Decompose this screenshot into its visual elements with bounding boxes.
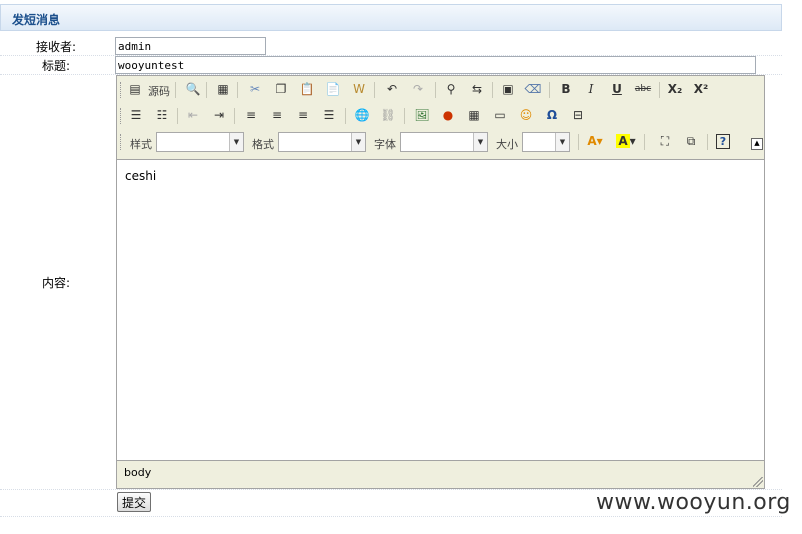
align-right-icon[interactable]: ≡ (293, 105, 313, 125)
source-icon[interactable]: ▤ (125, 79, 145, 99)
horizontal-rule-icon[interactable]: ▭ (490, 105, 510, 125)
paste-word-icon[interactable]: W (349, 79, 369, 99)
element-path[interactable]: body (124, 466, 151, 479)
unlink-icon[interactable]: ⛓ (378, 105, 398, 125)
resize-handle[interactable] (753, 477, 763, 487)
page-header: 发短消息 (0, 4, 782, 31)
format-select[interactable]: ▼ (278, 132, 366, 152)
editor-content-text: ceshi (125, 169, 157, 183)
toolbar-separator (345, 108, 346, 124)
toolbar-separator (492, 82, 493, 98)
undo-icon[interactable]: ↶ (382, 79, 402, 99)
font-combo-label: 字体 (374, 138, 396, 151)
table-icon[interactable]: ▦ (464, 105, 484, 125)
content-label: 内容: (42, 276, 71, 290)
style-select[interactable]: ▼ (156, 132, 244, 152)
align-center-icon[interactable]: ≡ (267, 105, 287, 125)
row-divider (0, 516, 782, 517)
outdent-icon[interactable]: ⇤ (183, 105, 203, 125)
copy-icon[interactable]: ❐ (271, 79, 291, 99)
toolbar-separator (549, 82, 550, 98)
italic-icon[interactable]: I (581, 79, 601, 99)
page-break-icon[interactable]: ⊟ (568, 105, 588, 125)
replace-icon[interactable]: ⇆ (467, 79, 487, 99)
style-combo-label: 样式 (130, 138, 152, 151)
toolbar-row-3: 样式 ▼ 格式 ▼ 字体 ▼ 大小 ▼ A▾ A ▾ ⛶ ⧉ ? (117, 131, 764, 153)
paste-icon[interactable]: 📋 (297, 79, 317, 99)
strikethrough-icon[interactable]: abc (633, 79, 653, 99)
justify-icon[interactable]: ☰ (319, 105, 339, 125)
subscript-icon[interactable]: X₂ (665, 79, 685, 99)
maximize-icon[interactable]: ⛶ (655, 131, 675, 151)
title-input[interactable]: wooyuntest (115, 56, 756, 74)
toolbar-separator (237, 82, 238, 98)
toolbar-separator (374, 82, 375, 98)
find-icon[interactable]: ⚲ (441, 79, 461, 99)
remove-format-icon[interactable]: ⌫ (523, 79, 543, 99)
image-icon[interactable]: 🖼 (412, 105, 432, 125)
title-value: wooyuntest (118, 59, 185, 72)
receiver-input[interactable]: admin (115, 37, 266, 55)
title-label: 标题: (42, 59, 71, 73)
link-icon[interactable]: 🌐 (352, 105, 372, 125)
toolbar-separator (435, 82, 436, 98)
text-color-icon[interactable]: A▾ (583, 131, 607, 151)
toolbar-separator (234, 108, 235, 124)
toolbar-separator (404, 108, 405, 124)
toolbar-separator (175, 82, 176, 98)
receiver-value: admin (118, 40, 152, 53)
collapse-toolbar-icon[interactable]: ▲ (751, 138, 763, 150)
chevron-down-icon: ▼ (555, 133, 569, 151)
submit-button[interactable]: 提交 (117, 492, 151, 512)
toolbar-row-1: ▤ 源码 🔍 ▦ ✂ ❐ 📋 📄 W ↶ ↷ ⚲ ⇆ ▣ ⌫ B I U abc… (117, 79, 764, 101)
toolbar-separator (206, 82, 207, 98)
help-icon[interactable]: ? (713, 131, 733, 151)
rich-text-editor: ▤ 源码 🔍 ▦ ✂ ❐ 📋 📄 W ↶ ↷ ⚲ ⇆ ▣ ⌫ B I U abc… (116, 75, 765, 489)
toolbar-separator (659, 82, 660, 98)
indent-icon[interactable]: ⇥ (209, 105, 229, 125)
receiver-label: 接收者: (36, 40, 77, 54)
toolbar-row-2: ☰ ☷ ⇤ ⇥ ≡ ≡ ≡ ☰ 🌐 ⛓ 🖼 ● ▦ ▭ ☺ Ω ⊟ (117, 105, 764, 127)
watermark-text: www.wooyun.org (596, 490, 791, 515)
source-button-label[interactable]: 源码 (148, 83, 170, 99)
toolbar-separator (578, 134, 579, 150)
select-all-icon[interactable]: ▣ (498, 79, 518, 99)
size-select[interactable]: ▼ (522, 132, 570, 152)
size-combo-label: 大小 (496, 138, 518, 151)
template-icon[interactable]: ▦ (213, 79, 233, 99)
chevron-down-icon: ▼ (351, 133, 365, 151)
toolbar-grip (120, 108, 123, 124)
preview-icon[interactable]: 🔍 (183, 79, 203, 99)
paste-text-icon[interactable]: 📄 (323, 79, 343, 99)
ordered-list-icon[interactable]: ☰ (126, 105, 146, 125)
toolbar-grip (120, 82, 123, 98)
smiley-icon[interactable]: ☺ (516, 105, 536, 125)
background-color-icon[interactable]: A ▾ (614, 131, 638, 151)
show-blocks-icon[interactable]: ⧉ (681, 131, 701, 151)
font-select[interactable]: ▼ (400, 132, 488, 152)
toolbar-separator (644, 134, 645, 150)
unordered-list-icon[interactable]: ☷ (152, 105, 172, 125)
toolbar-separator (177, 108, 178, 124)
toolbar-separator (707, 134, 708, 150)
format-combo-label: 格式 (252, 138, 274, 151)
superscript-icon[interactable]: X² (691, 79, 711, 99)
cut-icon[interactable]: ✂ (245, 79, 265, 99)
redo-icon[interactable]: ↷ (408, 79, 428, 99)
highlight-swatch: A (616, 134, 630, 148)
align-left-icon[interactable]: ≡ (241, 105, 261, 125)
toolbar-grip (120, 134, 123, 150)
editor-content-area[interactable]: ceshi (117, 159, 764, 461)
special-char-icon[interactable]: Ω (542, 105, 562, 125)
page-title: 发短消息 (12, 13, 61, 27)
chevron-down-icon: ▼ (229, 133, 243, 151)
chevron-down-icon: ▼ (473, 133, 487, 151)
underline-icon[interactable]: U (607, 79, 627, 99)
bold-icon[interactable]: B (556, 79, 576, 99)
flash-icon[interactable]: ● (438, 105, 458, 125)
